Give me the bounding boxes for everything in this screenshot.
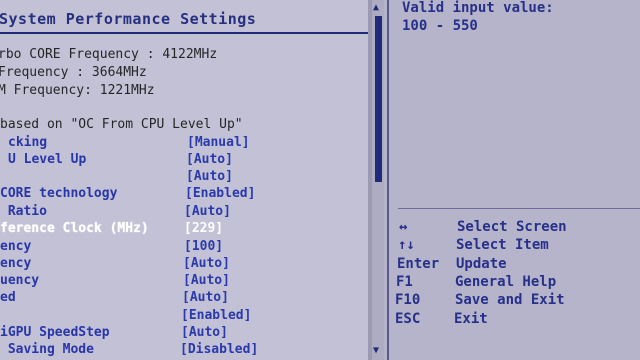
setting-value[interactable]: [Auto] <box>183 256 230 271</box>
setting-label: Saving Mode <box>0 342 94 357</box>
settings-panel: System Performance Settings rbo CORE Fre… <box>0 0 368 360</box>
setting-value[interactable]: [Auto] <box>182 290 229 305</box>
key-action-label: Select Screen <box>457 219 567 235</box>
setting-value[interactable]: [Enabled] <box>181 308 251 323</box>
key-legend-divider <box>398 208 640 209</box>
setting-row-unlabeled-2[interactable]: [Enabled] <box>0 308 368 325</box>
setting-label: ency <box>0 239 32 254</box>
info-turbo-core-frequency: rbo CORE Frequency : 4122MHz <box>0 47 218 62</box>
key-action-label: Select Item <box>456 237 549 253</box>
setting-label: U Level Up <box>8 152 87 167</box>
setting-value[interactable]: [100] <box>184 239 223 254</box>
key-name-label: Enter <box>397 256 440 272</box>
setting-value[interactable]: [Disabled] <box>180 342 258 357</box>
setting-row-overclocking[interactable]: cking [Manual] <box>0 135 368 152</box>
setting-row-speed[interactable]: ed [Auto] <box>0 290 368 307</box>
setting-row-reference-clock[interactable]: ference Clock (MHz) [229] <box>0 221 368 238</box>
scroll-down-icon[interactable]: ▼ <box>373 346 379 356</box>
setting-label: ference Clock (MHz) <box>0 221 149 236</box>
key-action-label: General Help <box>455 274 557 290</box>
key-action-label: Exit <box>454 311 488 327</box>
setting-row-ratio[interactable]: Ratio [Auto] <box>0 204 368 221</box>
title-divider <box>0 32 368 34</box>
setting-value[interactable]: [229] <box>184 221 223 236</box>
setting-value[interactable]: [Auto] <box>183 273 230 288</box>
key-name-label: F10 <box>395 292 421 308</box>
setting-label: ency <box>0 256 32 271</box>
setting-row-cpu-level-up[interactable]: U Level Up [Auto] <box>0 152 368 169</box>
info-oc-note: based on "OC From CPU Level Up" <box>0 117 243 132</box>
page-title: System Performance Settings <box>0 10 257 28</box>
help-valid-input-label: Valid input value: <box>402 0 554 16</box>
key-action-label: Save and Exit <box>455 292 565 308</box>
setting-label: uency <box>0 273 40 288</box>
arrow-up-down-icon: ↑↓ <box>398 237 415 253</box>
scrollbar-thumb[interactable] <box>375 16 382 182</box>
key-name-label: F1 <box>396 274 413 290</box>
scroll-up-icon[interactable]: ▲ <box>373 3 379 13</box>
setting-value[interactable]: [Auto] <box>186 152 233 167</box>
info-frequency: Frequency : 3664MHz <box>0 65 147 80</box>
setting-label: CORE technology <box>0 186 118 201</box>
setting-label: cking <box>8 135 48 150</box>
arrow-left-right-icon: ↔ <box>399 219 408 235</box>
setting-row-frequency-1[interactable]: ency [100] <box>0 239 368 256</box>
setting-value[interactable]: [Enabled] <box>185 186 255 201</box>
info-memory-frequency: M Frequency: 1221MHz <box>0 83 155 98</box>
help-valid-input-range: 100 - 550 <box>402 18 478 34</box>
setting-row-frequency-2[interactable]: ency [Auto] <box>0 256 368 273</box>
key-name-label: ESC <box>395 311 421 327</box>
setting-label: Ratio <box>0 204 47 219</box>
setting-row-unlabeled-1[interactable]: [Auto] <box>0 169 368 186</box>
help-panel-border <box>387 0 389 360</box>
setting-label: iGPU SpeedStep <box>0 325 110 340</box>
setting-row-igpu-speedstep[interactable]: iGPU SpeedStep [Auto] <box>0 325 368 342</box>
setting-value[interactable]: [Auto] <box>184 204 231 219</box>
setting-label: ed <box>0 290 16 305</box>
key-action-label: Update <box>456 256 507 272</box>
setting-value[interactable]: [Auto] <box>181 325 228 340</box>
setting-value[interactable]: [Auto] <box>186 169 233 184</box>
setting-row-saving-mode[interactable]: Saving Mode [Disabled] <box>0 342 368 359</box>
setting-row-core-technology[interactable]: CORE technology [Enabled] <box>0 186 368 203</box>
setting-value[interactable]: [Manual] <box>187 135 250 150</box>
setting-row-frequency-3[interactable]: uency [Auto] <box>0 273 368 290</box>
